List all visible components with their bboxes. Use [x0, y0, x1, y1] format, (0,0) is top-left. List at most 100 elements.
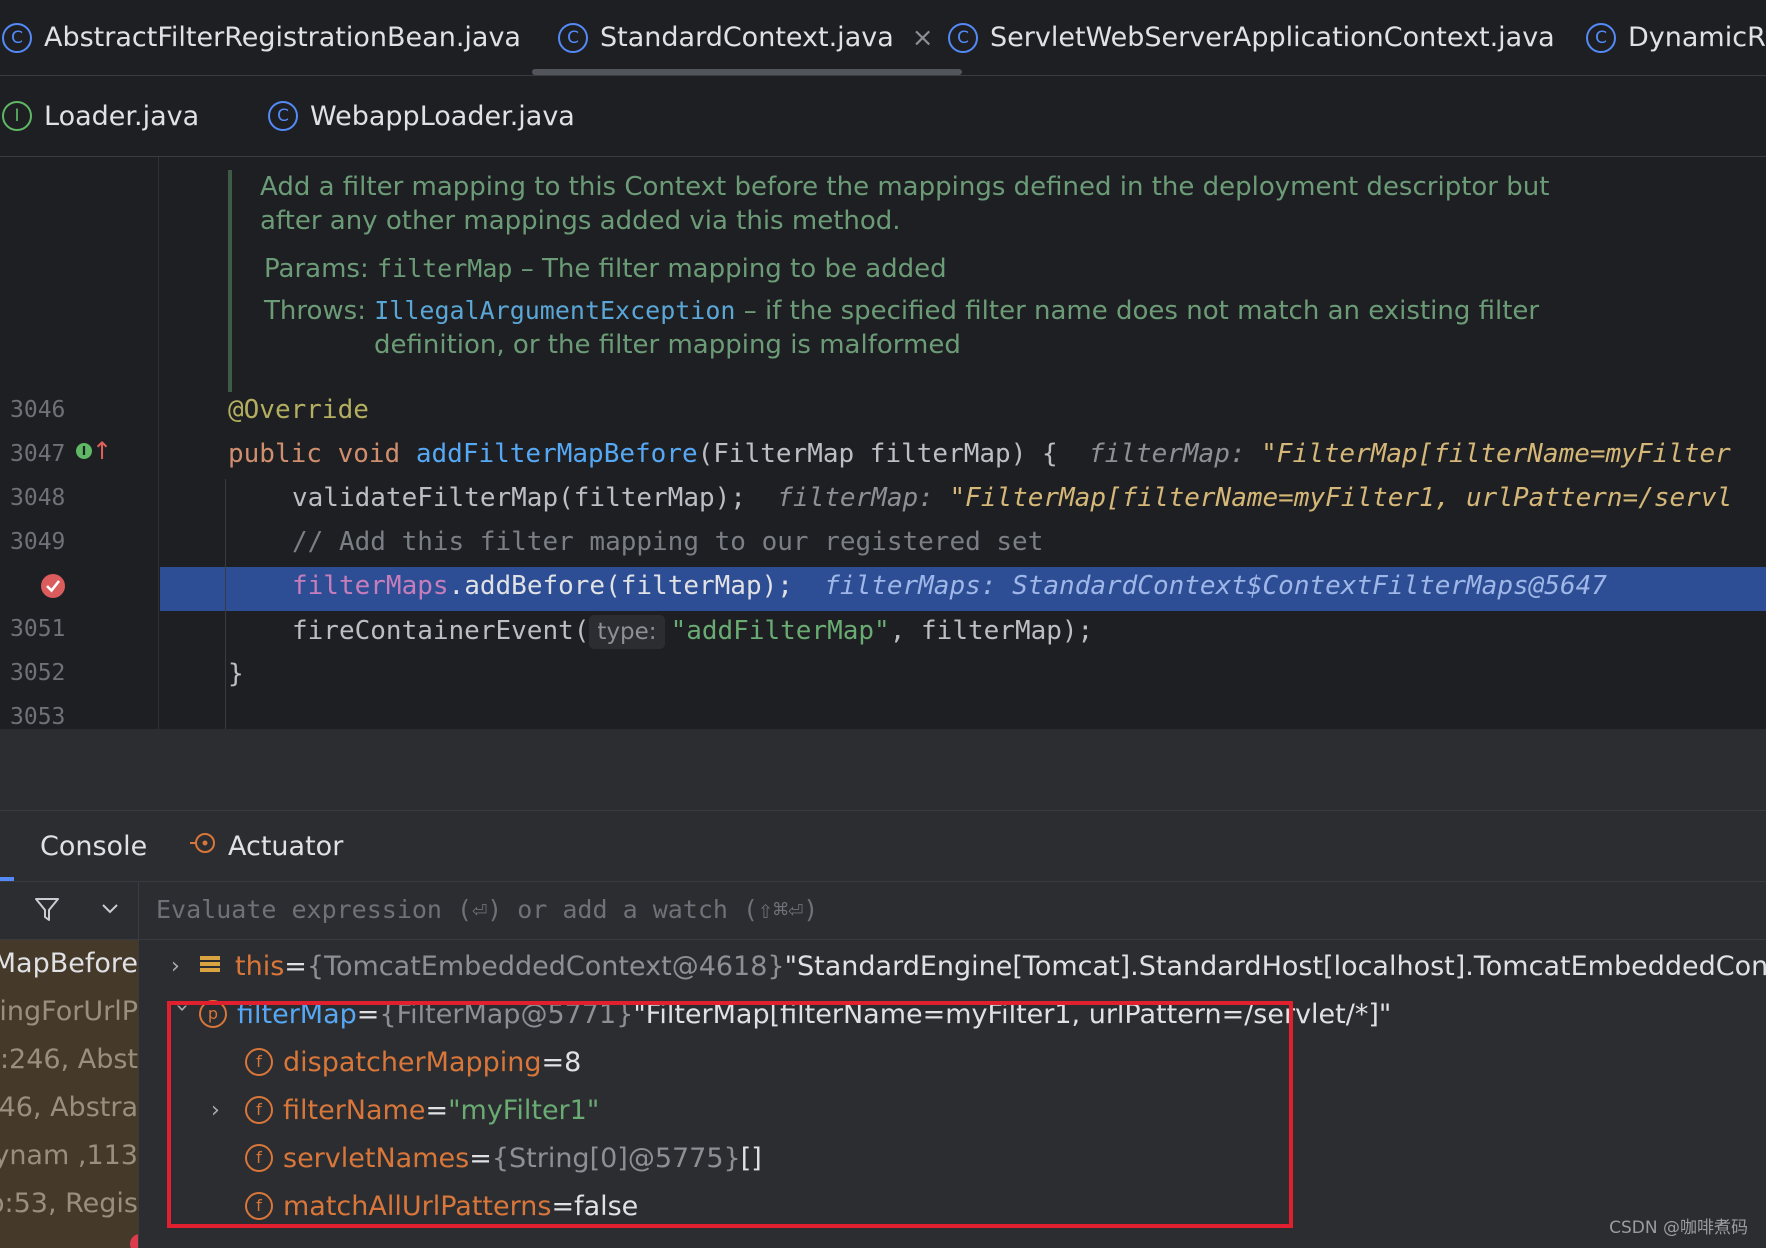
doc-line: Add a filter mapping to this Context bef…	[260, 172, 1550, 202]
actuator-label: Actuator	[228, 830, 344, 862]
tab-label: WebappLoader.java	[310, 100, 575, 132]
interface-icon: I	[2, 101, 32, 131]
line-number: 3047	[10, 441, 66, 467]
variable-this[interactable]: › this = {TomcatEmbeddedContext@4618} "S…	[171, 943, 1766, 989]
breakpoint-icon[interactable]	[41, 574, 65, 598]
params-desc: – The filter mapping to be added	[512, 254, 947, 284]
keyword-public: public	[228, 439, 338, 469]
frame-item[interactable]: e:46, Abstra	[0, 1092, 138, 1138]
variable-type: {TomcatEmbeddedContext@4618}	[306, 950, 785, 982]
class-icon: C	[948, 22, 978, 53]
implements-gutter-icon[interactable]: I	[76, 443, 92, 459]
signature-rest: (FilterMap filterMap) {	[697, 439, 1058, 469]
parameter-hint: type:	[589, 615, 665, 649]
frame-item[interactable]: p:53, Regis	[0, 1188, 138, 1234]
inline-debug-hint: filterMaps: StandardContext$ContextFilte…	[824, 571, 1607, 601]
close-brace: }	[228, 659, 244, 689]
arrow-up-icon[interactable]: ↑	[92, 437, 112, 465]
inline-debug-hint-name: filterMap:	[1088, 439, 1262, 469]
frame-item[interactable]: pingForUrlP	[0, 996, 138, 1042]
code-line-override[interactable]: @Override	[228, 395, 369, 425]
tab-label: StandardContext.java	[600, 22, 894, 53]
code-line-close[interactable]: }	[228, 659, 244, 689]
indent-guide	[225, 479, 226, 729]
line-number: 3046	[10, 397, 66, 423]
tab-dynamic-reg[interactable]: C DynamicReg	[1586, 0, 1766, 75]
fire-call: fireContainerEvent(	[292, 616, 590, 646]
tab-label: ServletWebServerApplicationContext.java	[990, 22, 1555, 53]
frame-item[interactable]: rMapBefore	[0, 948, 138, 994]
tab-standard-context[interactable]: C StandardContext.java ×	[532, 0, 962, 75]
throws-desc: – if the specified filter name does not …	[735, 296, 1540, 326]
editor-panel-divider[interactable]	[0, 729, 1766, 811]
params-name: filterMap	[376, 254, 513, 283]
tab-console[interactable]: Console	[40, 811, 147, 881]
fire-end: , filterMap);	[889, 616, 1094, 646]
class-icon: C	[268, 101, 298, 131]
current-call: .addBefore(filterMap);	[448, 571, 793, 601]
rendered-javadoc: Add a filter mapping to this Context bef…	[228, 170, 1642, 392]
line-number: 3048	[10, 485, 66, 511]
chevron-down-icon[interactable]	[98, 896, 122, 924]
code-line-current[interactable]: filterMaps.addBefore(filterMap); filterM…	[292, 571, 1607, 601]
tab-label: DynamicReg	[1628, 22, 1766, 53]
variable-value: "StandardEngine[Tomcat].StandardHost[loc…	[784, 950, 1766, 982]
tab-label: Loader.java	[44, 100, 200, 132]
comment: // Add this filter mapping to our regist…	[292, 527, 1044, 557]
tab-webapp-loader[interactable]: C WebappLoader.java	[268, 76, 575, 156]
annotation-highlight-box	[167, 1001, 1293, 1228]
variable-name: this	[235, 950, 285, 982]
console-label: Console	[40, 830, 148, 862]
editor-tab-bar: C AbstractFilterRegistrationBean.java C …	[0, 0, 1766, 76]
throws-label: Throws:	[264, 296, 366, 326]
tab-loader[interactable]: I Loader.java	[2, 76, 199, 156]
filter-icon[interactable]	[32, 894, 62, 928]
keyword-void: void	[337, 439, 416, 469]
string-literal: "addFilterMap"	[670, 616, 890, 646]
frame-item[interactable]: 113, Dynam	[0, 1140, 138, 1186]
method-name: addFilterMapBefore	[415, 439, 698, 469]
evaluate-expression-input[interactable]: Evaluate expression (⏎) or add a watch (…	[156, 895, 818, 924]
watermark: CSDN @咖啡煮码	[1609, 1218, 1748, 1238]
divider	[138, 882, 139, 939]
chevron-right-icon[interactable]: ›	[171, 954, 193, 979]
code-line-signature[interactable]: public void addFilterMapBefore(FilterMap…	[228, 439, 1731, 469]
inline-debug-hint-name: filterMap:	[777, 483, 950, 513]
error-icon	[130, 1234, 138, 1248]
class-icon: C	[1586, 22, 1616, 53]
params-label: Params:	[264, 254, 369, 284]
line-gutter[interactable]: 3046 3047 I ↑ 3048 3049 3051 3052 3053	[0, 157, 159, 729]
doc-params: Params: filterMap – The filter mapping t…	[264, 252, 947, 286]
fields-icon	[199, 951, 221, 982]
frame-item[interactable]: e:246, Abst	[0, 1044, 138, 1090]
field-filter-maps: filterMaps	[292, 571, 449, 601]
inline-debug-hint-value: "FilterMap[filterName=myFilter	[1261, 439, 1731, 469]
tab-servlet-web-server-application-context[interactable]: C ServletWebServerApplicationContext.jav…	[948, 0, 1555, 75]
close-icon[interactable]: ×	[912, 23, 934, 53]
validate-call: validateFilterMap(filterMap);	[292, 483, 746, 513]
line-number: 3049	[10, 529, 66, 555]
class-icon: C	[558, 22, 588, 53]
frames-list: rMapBefore pingForUrlP e:246, Abst e:46,…	[0, 940, 139, 1248]
code-editor[interactable]: 3046 3047 I ↑ 3048 3049 3051 3052 3053 A…	[0, 157, 1766, 729]
code-line-fire-event[interactable]: fireContainerEvent(type: "addFilterMap", …	[292, 615, 1093, 649]
doc-throws-cont: definition, or the filter mapping is mal…	[374, 330, 961, 360]
line-number: 3053	[10, 704, 66, 729]
equals: =	[284, 950, 307, 982]
evaluate-bar: Evaluate expression (⏎) or add a watch (…	[0, 882, 1766, 940]
annotation: @Override	[228, 395, 369, 425]
line-number: 3052	[10, 660, 66, 686]
code-line-comment[interactable]: // Add this filter mapping to our regist…	[292, 527, 1043, 557]
class-icon: C	[2, 22, 32, 53]
doc-line: after any other mappings added via this …	[260, 206, 901, 236]
tab-label: AbstractFilterRegistrationBean.java	[44, 22, 521, 53]
editor-tab-bar-row2: I Loader.java C WebappLoader.java	[0, 76, 1766, 157]
throws-link[interactable]: IllegalArgumentException	[374, 296, 735, 325]
inline-debug-hint-value: "FilterMap[filterName=myFilter1, urlPatt…	[949, 483, 1733, 513]
debug-tool-tabs: Console Actuator	[0, 811, 1766, 882]
line-number: 3051	[10, 616, 66, 642]
tab-actuator[interactable]: Actuator	[188, 811, 343, 881]
tab-underline	[0, 877, 14, 881]
tab-abstract-filter-registration-bean[interactable]: C AbstractFilterRegistrationBean.java	[2, 0, 521, 75]
code-line-validate[interactable]: validateFilterMap(filterMap); filterMap:…	[292, 483, 1732, 513]
